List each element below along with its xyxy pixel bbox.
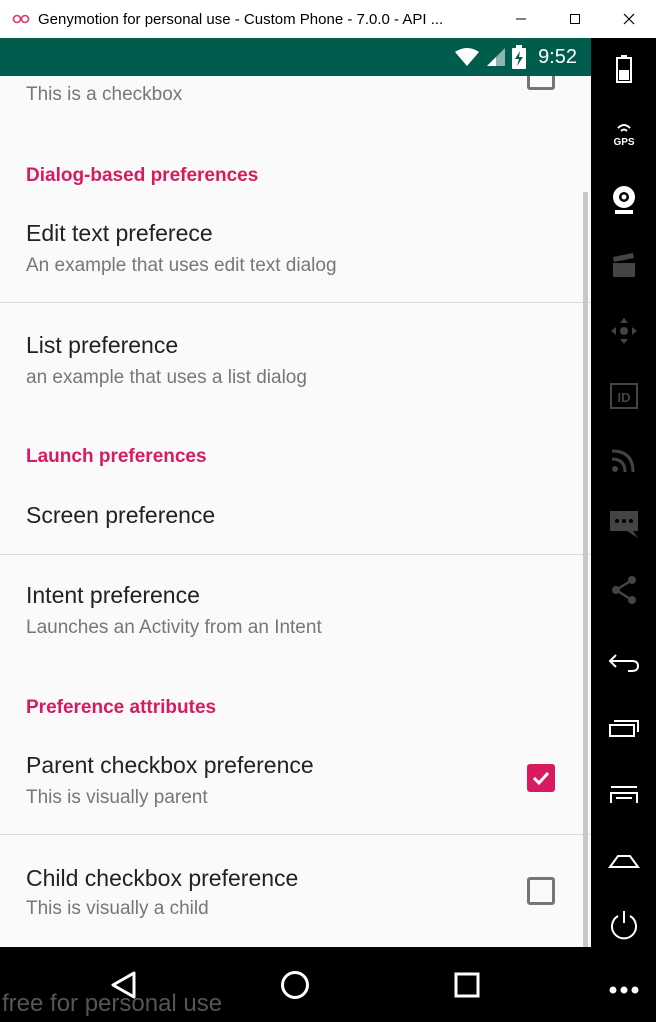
- nav-recents-button[interactable]: [445, 963, 489, 1007]
- share-icon: [611, 576, 636, 604]
- menu-icon: [609, 786, 638, 803]
- scrollbar[interactable]: [583, 192, 588, 947]
- home-circle-icon: [281, 971, 309, 999]
- capture-icon: [612, 253, 635, 277]
- close-window-button[interactable]: [602, 0, 656, 38]
- genymotion-logo-icon: [12, 14, 30, 24]
- preference-summary: Launches an Activity from an Intent: [26, 617, 322, 638]
- preference-summary: an example that uses a list dialog: [26, 367, 307, 388]
- more-icon: [609, 986, 638, 994]
- preference-title: List preference: [26, 332, 179, 358]
- gps-label: GPS: [613, 137, 634, 148]
- cast-widget-button[interactable]: [591, 432, 656, 488]
- preference-summary: An example that uses edit text dialog: [26, 255, 337, 276]
- battery-icon: [615, 55, 632, 83]
- checkbox-preference-item[interactable]: This is a checkbox: [0, 76, 591, 136]
- sidebar-menu-button[interactable]: [591, 766, 656, 822]
- minimize-icon: [516, 18, 526, 20]
- checkbox[interactable]: [527, 877, 555, 905]
- watermark-text: free for personal use: [2, 990, 223, 1017]
- share-widget-button[interactable]: [591, 562, 656, 618]
- dpad-widget-button[interactable]: [591, 303, 656, 359]
- preference-summary: This is visually a child: [26, 898, 209, 919]
- back-icon: [608, 654, 639, 672]
- gps-icon: GPS: [613, 124, 634, 148]
- preference-title: Screen preference: [26, 502, 216, 528]
- preference-title: Parent checkbox preference: [26, 752, 314, 778]
- category-dialog-based: Dialog-based preferences: [26, 165, 259, 186]
- screen-preference-item[interactable]: Screen preference: [0, 476, 591, 554]
- child-checkbox-preference-item[interactable]: Child checkbox preference This is visual…: [0, 835, 591, 947]
- sms-widget-button[interactable]: [591, 496, 656, 552]
- window-title: Genymotion for personal use - Custom Pho…: [38, 10, 444, 28]
- webcam-icon: [612, 186, 635, 214]
- id-icon: ID: [609, 383, 638, 409]
- checkbox[interactable]: [527, 76, 555, 90]
- sidebar-recent-apps-button[interactable]: [591, 700, 656, 756]
- preference-summary: This is a checkbox: [26, 84, 183, 105]
- recent-apps-icon: [608, 720, 639, 737]
- preference-title: Child checkbox preference: [26, 865, 299, 891]
- maximize-button[interactable]: [548, 0, 602, 38]
- power-icon: [610, 911, 637, 940]
- sidebar-power-button[interactable]: [591, 896, 656, 952]
- cast-icon: [611, 449, 634, 473]
- recents-square-icon: [454, 972, 480, 998]
- intent-preference-item[interactable]: Intent preference Launches an Activity f…: [0, 555, 591, 665]
- close-icon: [623, 13, 635, 25]
- maximize-icon: [570, 14, 580, 24]
- sms-icon: [609, 511, 638, 538]
- status-bar: 9:52: [0, 38, 591, 76]
- home-icon: [607, 855, 640, 868]
- status-clock: 9:52: [538, 45, 577, 68]
- parent-checkbox-preference-item[interactable]: Parent checkbox preference This is visua…: [0, 728, 591, 834]
- battery-widget-button[interactable]: [591, 41, 656, 97]
- cell-signal-icon: [487, 48, 506, 66]
- sidebar-home-button[interactable]: [591, 832, 656, 888]
- window-controls: [494, 0, 656, 38]
- list-preference-item[interactable]: List preference an example that uses a l…: [0, 303, 591, 415]
- id-widget-button[interactable]: ID: [591, 368, 656, 424]
- preference-title: Edit text preferece: [26, 220, 213, 246]
- category-launch: Launch preferences: [26, 446, 207, 467]
- gps-widget-button[interactable]: GPS: [591, 106, 656, 162]
- webcam-widget-button[interactable]: [591, 172, 656, 228]
- checkmark-icon: [532, 771, 550, 786]
- capture-widget-button[interactable]: [591, 238, 656, 294]
- sidebar-more-button[interactable]: [591, 962, 656, 1018]
- window-titlebar: Genymotion for personal use - Custom Pho…: [0, 0, 656, 38]
- genymotion-toolbar: GPS ID: [591, 38, 656, 1022]
- sidebar-back-button[interactable]: [591, 634, 656, 690]
- battery-charging-icon: [512, 45, 527, 69]
- dpad-icon: [610, 318, 637, 344]
- status-icons: 9:52: [454, 38, 577, 76]
- preferences-screen: This is a checkbox Dialog-based preferen…: [0, 76, 591, 947]
- edit-text-preference-item[interactable]: Edit text preferece An example that uses…: [0, 202, 591, 302]
- category-attributes: Preference attributes: [26, 697, 217, 718]
- preference-summary: This is visually parent: [26, 787, 208, 808]
- checkbox-checked[interactable]: [527, 764, 555, 792]
- preference-title: Intent preference: [26, 582, 200, 608]
- nav-home-button[interactable]: [273, 963, 317, 1007]
- minimize-button[interactable]: [494, 0, 548, 38]
- wifi-icon: [455, 48, 480, 66]
- id-label: ID: [617, 390, 630, 405]
